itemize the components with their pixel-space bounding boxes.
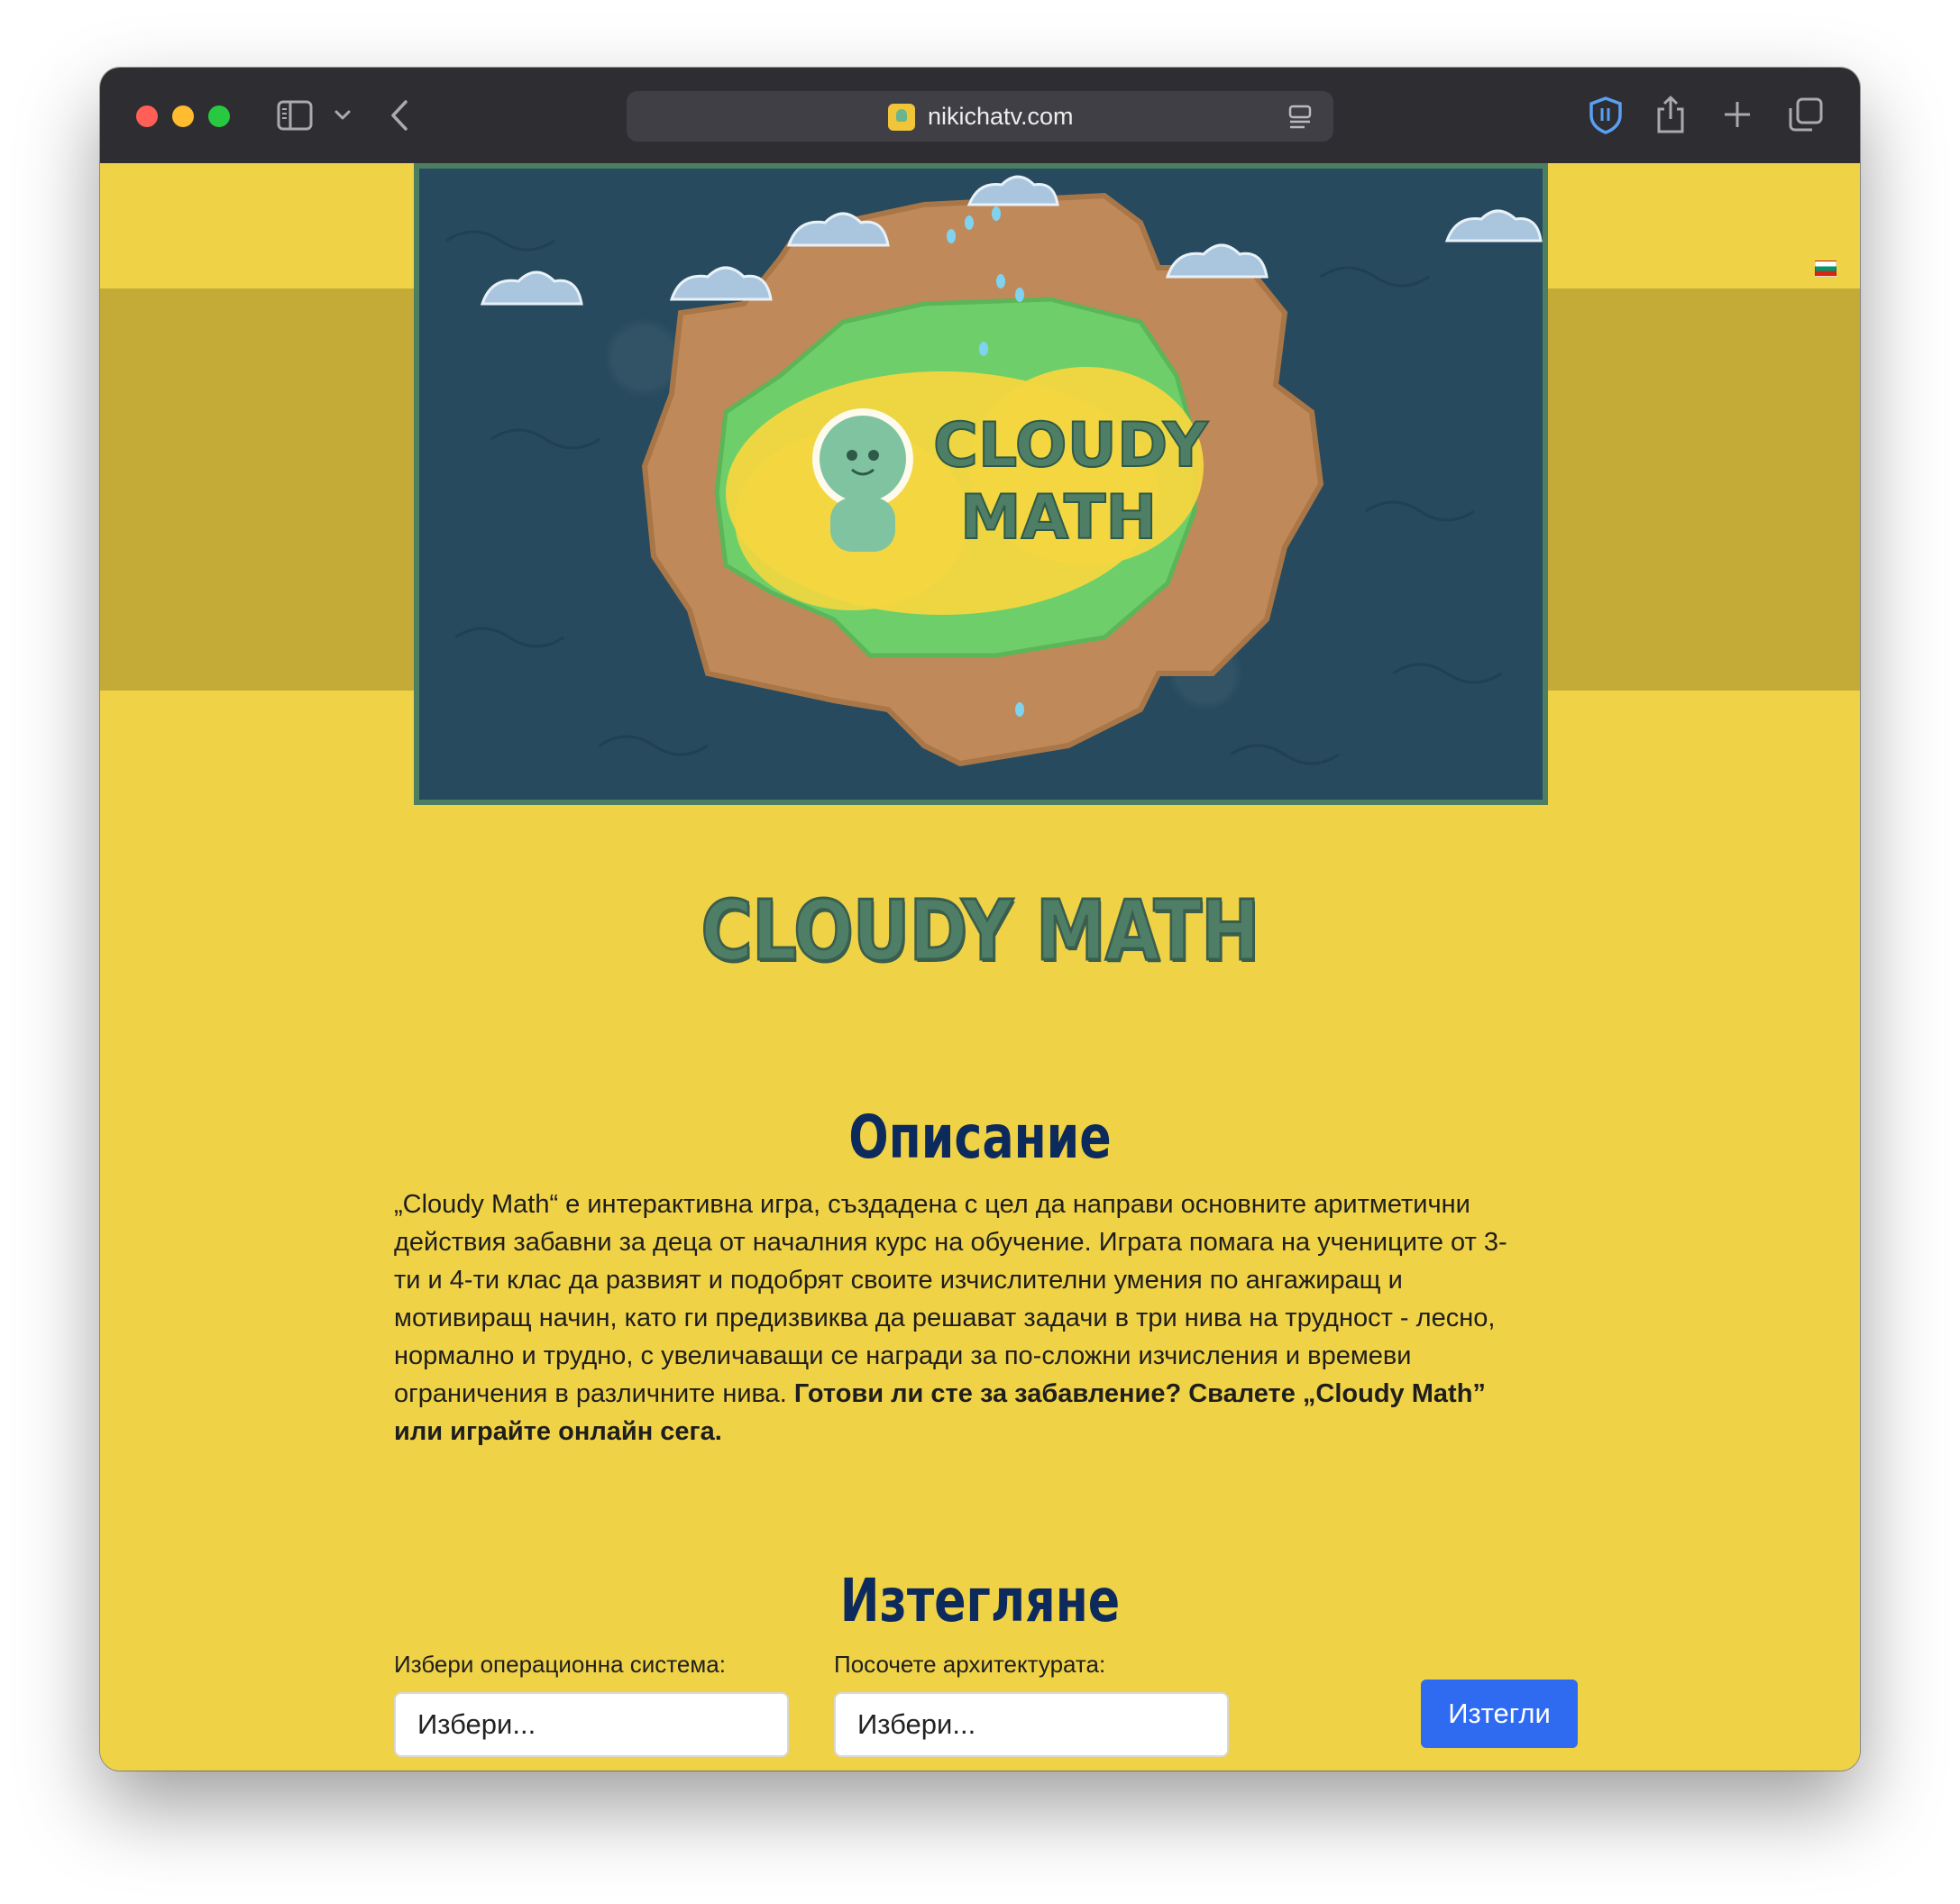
sidebar-icon[interactable] [277,100,313,131]
architecture-select-label: Посочете архитектурата: [834,1651,1106,1678]
page-content: CLOUDY MATH CLOUDY MATH Описание „Cloudy… [100,163,1860,1771]
download-button[interactable]: Изтегли [1421,1680,1578,1748]
zoom-window-button[interactable] [208,105,230,127]
privacy-shield-icon[interactable] [1586,95,1626,136]
site-favicon-icon [888,104,915,131]
description-heading: Описание [848,1103,1112,1172]
banner-logo-line2: MATH [960,482,1157,554]
reader-mode-icon[interactable] [1287,104,1314,131]
bulgarian-flag-icon[interactable] [1815,261,1836,277]
url-text: nikichatv.com [928,103,1074,130]
share-icon[interactable] [1653,93,1689,136]
minimize-window-button[interactable] [172,105,194,127]
tab-overview-icon[interactable] [1788,96,1824,133]
address-bar[interactable]: nikichatv.com [627,91,1333,142]
banner-logo-line1: CLOUDY [933,410,1208,481]
new-tab-icon[interactable] [1721,98,1754,131]
back-arrow-icon[interactable] [387,98,412,133]
browser-window: nikichatv.com CLOUDY MATH CLOUDY MATH Оп… [100,68,1860,1771]
os-select[interactable]: Избери... [394,1692,789,1757]
chevron-down-icon[interactable] [331,102,354,129]
description-body: „Cloudy Math“ е интерактивна игра, създа… [394,1190,1507,1408]
download-heading: Изтегляне [839,1566,1121,1635]
architecture-select-value: Избери... [857,1708,976,1740]
browser-toolbar: nikichatv.com [100,68,1860,164]
description-text: „Cloudy Math“ е интерактивна игра, създа… [394,1185,1530,1451]
close-window-button[interactable] [136,105,158,127]
os-select-value: Избери... [417,1708,536,1740]
game-banner-image: CLOUDY MATH [414,163,1548,805]
game-title: CLOUDY MATH [700,882,1261,981]
os-select-label: Избери операционна система: [394,1651,726,1678]
architecture-select[interactable]: Избери... [834,1692,1229,1757]
